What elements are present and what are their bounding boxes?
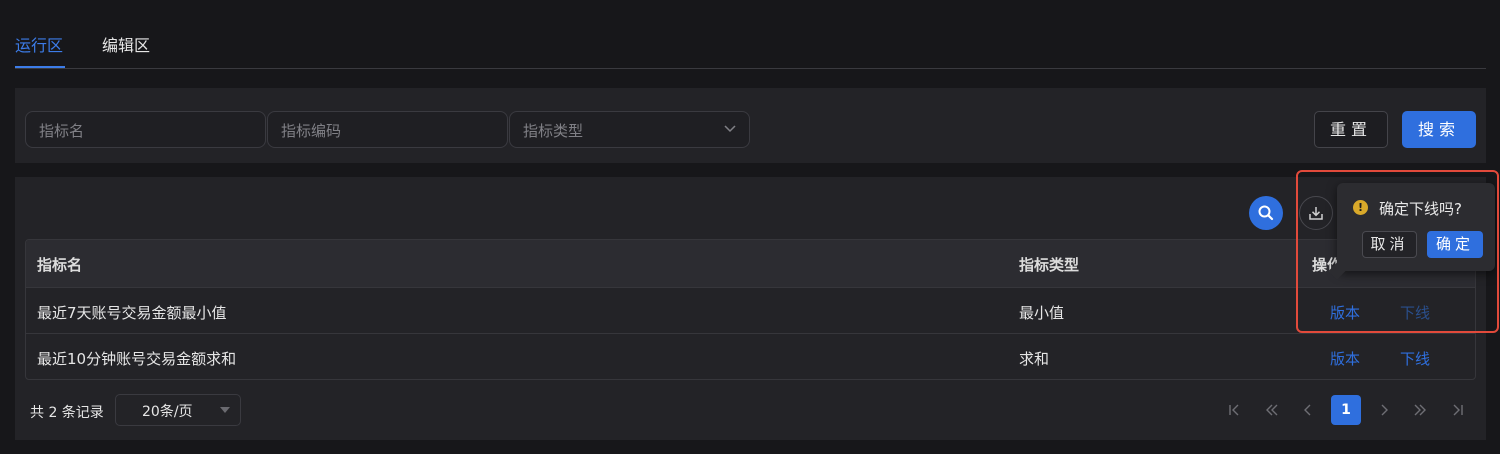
chevron-left-icon [1304, 404, 1311, 416]
toolbar-search-button[interactable] [1249, 196, 1283, 230]
jump-prev-button[interactable] [1257, 395, 1287, 425]
metrics-table: 指标名 指标类型 操作 最近7天账号交易金额最小值 最小值 版本 下线 最近10… [25, 239, 1476, 380]
metric-type-select[interactable]: 指标类型 [509, 111, 750, 148]
row-metric-type: 求和 [1019, 350, 1050, 368]
table-row: 最近7天账号交易金额最小值 最小值 版本 下线 [26, 287, 1475, 333]
double-chevron-left-icon [1266, 404, 1278, 416]
metric-type-placeholder: 指标类型 [523, 122, 584, 140]
table-header: 指标名 指标类型 操作 [26, 240, 1475, 287]
popconfirm-ok-button[interactable]: 确定 [1427, 231, 1483, 258]
popconfirm-title: 确定下线吗? [1379, 200, 1462, 218]
tab-bar: 运行区 编辑区 [15, 0, 1486, 69]
search-button[interactable]: 搜索 [1402, 111, 1476, 148]
download-icon [1309, 207, 1323, 220]
warning-icon: ! [1353, 200, 1368, 215]
page-size-value: 20条/页 [142, 404, 193, 420]
last-page-button[interactable] [1443, 395, 1473, 425]
page-size-select[interactable]: 20条/页 [115, 394, 241, 426]
row-metric-name: 最近10分钟账号交易金额求和 [37, 350, 237, 368]
table-card: 指标名 指标类型 操作 最近7天账号交易金额最小值 最小值 版本 下线 最近10… [15, 177, 1486, 440]
metric-name-input[interactable]: 指标名 [25, 111, 266, 148]
table-row: 最近10分钟账号交易金额求和 求和 版本 下线 [26, 333, 1475, 379]
search-icon [1258, 205, 1274, 221]
reset-button[interactable]: 重置 [1314, 111, 1388, 148]
popconfirm-cancel-button[interactable]: 取消 [1362, 231, 1417, 258]
toolbar-download-button[interactable] [1299, 196, 1333, 230]
caret-down-icon [220, 407, 230, 413]
chevron-down-icon [724, 125, 736, 133]
chevron-right-icon [1381, 404, 1388, 416]
double-chevron-right-icon [1414, 404, 1426, 416]
offline-popconfirm: ! 确定下线吗? 取消 确定 [1328, 183, 1495, 280]
first-page-icon [1229, 404, 1239, 416]
column-header-type: 指标类型 [1019, 256, 1080, 274]
row-metric-name: 最近7天账号交易金额最小值 [37, 304, 227, 322]
active-tab-indicator [15, 66, 65, 68]
total-records: 共 2 条记录 [30, 405, 104, 421]
first-page-button[interactable] [1219, 395, 1249, 425]
row-metric-type: 最小值 [1019, 304, 1065, 322]
metric-code-input[interactable]: 指标编码 [267, 111, 508, 148]
tab-editing[interactable]: 编辑区 [102, 32, 150, 56]
prev-page-button[interactable] [1293, 395, 1323, 425]
version-link[interactable]: 版本 [1330, 348, 1360, 369]
offline-link[interactable]: 下线 [1400, 302, 1430, 323]
next-page-button[interactable] [1369, 395, 1399, 425]
jump-next-button[interactable] [1405, 395, 1435, 425]
tab-running[interactable]: 运行区 [15, 32, 63, 56]
last-page-icon [1453, 404, 1463, 416]
offline-link[interactable]: 下线 [1400, 348, 1430, 369]
column-header-name: 指标名 [37, 256, 83, 274]
version-link[interactable]: 版本 [1330, 302, 1360, 323]
page-number-current[interactable]: 1 [1331, 395, 1361, 425]
filter-panel: 指标名 指标编码 指标类型 重置 搜索 [15, 88, 1486, 163]
